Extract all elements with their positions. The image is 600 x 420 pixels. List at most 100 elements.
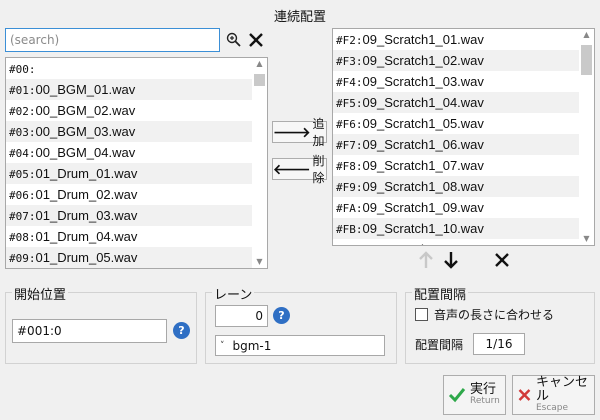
cancel-shortcut: Escape bbox=[535, 403, 569, 414]
help-icon[interactable]: ? bbox=[173, 322, 190, 339]
row-filename: 09_Scratch1_01.wav bbox=[362, 32, 484, 47]
source-list-item[interactable]: #03:00_BGM_03.wav bbox=[6, 121, 252, 142]
execute-button[interactable]: 実行 Return bbox=[443, 375, 506, 415]
row-filename: 01_Drum_04.wav bbox=[35, 229, 138, 244]
row-key: #F2: bbox=[336, 34, 363, 47]
lane-select[interactable]: ˅ bgm-1 bbox=[215, 335, 385, 356]
source-list[interactable]: #00: #01:00_BGM_01.wav #02:00_BGM_02.wav #0… bbox=[5, 57, 268, 269]
row-key: #08: bbox=[9, 231, 36, 244]
selected-list-item[interactable]: #F6:09_Scratch1_05.wav bbox=[333, 113, 579, 134]
source-list-item[interactable]: #06:01_Drum_02.wav bbox=[6, 184, 252, 205]
scroll-down-icon[interactable]: ▼ bbox=[252, 256, 267, 268]
source-list-item[interactable]: #04:00_BGM_04.wav bbox=[6, 142, 252, 163]
arrow-left-icon: 🡐 bbox=[273, 161, 311, 178]
interval-group-label: 配置間隔 bbox=[412, 284, 469, 303]
execute-shortcut: Return bbox=[470, 396, 500, 407]
dialog-title: 連続配置 bbox=[273, 10, 326, 25]
row-filename: 00_BGM_02.wav bbox=[35, 103, 136, 118]
source-list-item[interactable]: #05:01_Drum_01.wav bbox=[6, 163, 252, 184]
row-filename: 09_Scratch1_03.wav bbox=[362, 74, 484, 89]
source-list-item[interactable]: #01:00_BGM_01.wav bbox=[6, 79, 252, 100]
row-key: #03: bbox=[9, 126, 36, 139]
row-key: #01: bbox=[9, 84, 36, 97]
chevron-down-icon: ˅ bbox=[220, 340, 225, 351]
row-filename: 01_Drum_03.wav bbox=[35, 208, 138, 223]
fit-length-checkbox-row[interactable]: 音声の長さに合わせる bbox=[415, 306, 554, 323]
source-list-item[interactable]: #09:01_Drum_05.wav bbox=[6, 247, 252, 268]
zoom-search-icon[interactable] bbox=[225, 30, 243, 50]
source-list-scrollbar[interactable]: ▲ ▼ bbox=[252, 58, 267, 268]
selected-list-item[interactable]: #F3:09_Scratch1_02.wav bbox=[333, 50, 579, 71]
source-list-item[interactable]: #02:00_BGM_02.wav bbox=[6, 100, 252, 121]
selected-list-item[interactable]: #F2:09_Scratch1_01.wav bbox=[333, 29, 579, 50]
selected-list-item[interactable]: #F7:09_Scratch1_06.wav bbox=[333, 134, 579, 155]
row-key: #F4: bbox=[336, 76, 363, 89]
lane-number-field[interactable]: 0 bbox=[215, 305, 268, 327]
selected-list-item[interactable]: #F5:09_Scratch1_04.wav bbox=[333, 92, 579, 113]
search-input[interactable] bbox=[5, 28, 220, 52]
selected-list-item[interactable]: #F9:09_Scratch1_08.wav bbox=[333, 176, 579, 197]
row-key: #F5: bbox=[336, 97, 363, 110]
selected-list-item[interactable]: #FB:09_Scratch1_10.wav bbox=[333, 218, 579, 239]
row-key: #02: bbox=[9, 105, 36, 118]
row-key: #09: bbox=[9, 252, 36, 265]
row-key: #F7: bbox=[336, 139, 363, 152]
fit-length-label: 音声の長さに合わせる bbox=[434, 308, 555, 322]
selected-list[interactable]: #F2:09_Scratch1_01.wav #F3:09_Scratch1_02… bbox=[332, 28, 595, 246]
help-icon[interactable]: ? bbox=[273, 307, 290, 324]
row-key: #06: bbox=[9, 189, 36, 202]
row-key: #F9: bbox=[336, 181, 363, 194]
row-filename: 00_BGM_03.wav bbox=[35, 124, 136, 139]
fit-length-checkbox[interactable] bbox=[415, 308, 428, 321]
row-filename: 09_Scratch1_11.wav bbox=[363, 242, 483, 245]
source-list-item[interactable]: #07:01_Drum_03.wav bbox=[6, 205, 252, 226]
remove-button-label: 削除 bbox=[312, 154, 325, 185]
selected-list-scrollbar[interactable]: ▲ ▼ bbox=[579, 29, 594, 245]
arrow-right-icon: 🡒 bbox=[273, 124, 311, 141]
interval-field[interactable]: 1/16 bbox=[473, 333, 525, 355]
start-position-field[interactable]: #001:0 bbox=[12, 319, 167, 343]
lane-select-value: bgm-1 bbox=[232, 338, 272, 353]
row-filename: 09_Scratch1_05.wav bbox=[362, 116, 484, 131]
row-key: #F3: bbox=[336, 55, 363, 68]
source-list-item[interactable]: #00: bbox=[6, 58, 252, 79]
interval-label: 配置間隔 bbox=[415, 338, 464, 352]
source-list-item[interactable]: #08:01_Drum_04.wav bbox=[6, 226, 252, 247]
interval-value: 1/16 bbox=[485, 337, 513, 351]
row-filename: 09_Scratch1_04.wav bbox=[362, 95, 484, 110]
row-filename: 09_Scratch1_09.wav bbox=[362, 200, 484, 215]
selected-list-item[interactable]: #FA:09_Scratch1_09.wav bbox=[333, 197, 579, 218]
clear-search-icon[interactable] bbox=[246, 30, 266, 50]
move-down-icon[interactable] bbox=[442, 250, 460, 270]
start-position-value: #001:0 bbox=[17, 324, 62, 338]
selected-list-item[interactable]: #FC:09_Scratch1_11.wav bbox=[333, 239, 579, 245]
row-key: #FC: bbox=[336, 244, 363, 245]
row-key: #F8: bbox=[336, 160, 363, 173]
lane-label: レーン bbox=[212, 284, 255, 303]
row-filename: 01_Drum_01.wav bbox=[35, 166, 138, 181]
delete-item-icon[interactable] bbox=[492, 250, 512, 270]
scroll-up-icon[interactable]: ▲ bbox=[252, 58, 267, 70]
add-button-label: 追加 bbox=[312, 117, 325, 148]
row-key: #00: bbox=[9, 63, 36, 76]
scroll-thumb[interactable] bbox=[581, 45, 592, 75]
row-filename: 01_Drum_05.wav bbox=[35, 250, 138, 265]
scroll-up-icon[interactable]: ▲ bbox=[579, 29, 594, 41]
add-button[interactable]: 🡒 追加 bbox=[272, 117, 327, 148]
selected-list-item[interactable]: #F8:09_Scratch1_07.wav bbox=[333, 155, 579, 176]
start-position-label: 開始位置 bbox=[12, 284, 69, 303]
row-filename: 09_Scratch1_10.wav bbox=[362, 221, 484, 236]
row-key: #04: bbox=[9, 147, 36, 160]
row-key: #FA: bbox=[336, 202, 363, 215]
cancel-label: キャンセル bbox=[535, 374, 588, 405]
scroll-thumb[interactable] bbox=[254, 74, 265, 86]
move-up-icon[interactable] bbox=[417, 250, 435, 270]
row-filename: 00_BGM_01.wav bbox=[35, 82, 136, 97]
scroll-down-icon[interactable]: ▼ bbox=[579, 233, 594, 245]
selected-list-item[interactable]: #F4:09_Scratch1_03.wav bbox=[333, 71, 579, 92]
cancel-button[interactable]: キャンセル Escape bbox=[512, 375, 595, 415]
row-key: #F6: bbox=[336, 118, 363, 131]
row-key: #05: bbox=[9, 168, 36, 181]
remove-button[interactable]: 🡐 削除 bbox=[272, 154, 327, 185]
checkmark-icon bbox=[448, 388, 466, 403]
